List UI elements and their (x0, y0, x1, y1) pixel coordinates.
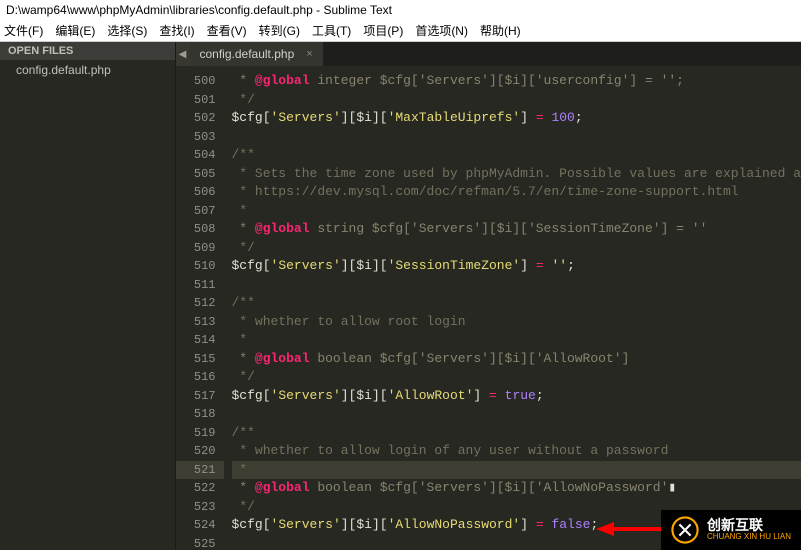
tab-prev-icon[interactable]: ◀ (176, 42, 190, 66)
open-files-list: config.default.php (0, 60, 175, 80)
menu-project[interactable]: 项目(P) (363, 22, 403, 39)
line-gutter: 500 501 502 503 504 505 506 507 508 509 … (176, 66, 224, 550)
sidebar: OPEN FILES config.default.php (0, 42, 176, 550)
logo-text-en: CHUANG XIN HU LIAN (707, 533, 791, 542)
menu-bar: 文件(F) 编辑(E) 选择(S) 查找(I) 查看(V) 转到(G) 工具(T… (0, 20, 801, 42)
title-bar: D:\wamp64\www\phpMyAdmin\libraries\confi… (0, 0, 801, 20)
menu-find[interactable]: 查找(I) (159, 22, 194, 39)
menu-view[interactable]: 查看(V) (207, 22, 247, 39)
tab-config-default[interactable]: config.default.php × (190, 42, 323, 66)
menu-select[interactable]: 选择(S) (107, 22, 147, 39)
main-area: OPEN FILES config.default.php ◀ config.d… (0, 42, 801, 550)
menu-tools[interactable]: 工具(T) (312, 22, 351, 39)
menu-edit[interactable]: 编辑(E) (55, 22, 95, 39)
menu-file[interactable]: 文件(F) (4, 22, 43, 39)
tab-label: config.default.php (200, 47, 295, 61)
open-file-item[interactable]: config.default.php (0, 60, 175, 80)
logo-icon (671, 516, 699, 544)
code-content[interactable]: * @global integer $cfg['Servers'][$i]['u… (224, 66, 801, 550)
close-icon[interactable]: × (306, 48, 312, 60)
code-area[interactable]: 500 501 502 503 504 505 506 507 508 509 … (176, 66, 801, 550)
menu-goto[interactable]: 转到(G) (259, 22, 300, 39)
logo-text: 创新互联 CHUANG XIN HU LIAN (707, 518, 791, 542)
watermark-logo: 创新互联 CHUANG XIN HU LIAN (661, 510, 801, 550)
menu-preferences[interactable]: 首选项(N) (415, 22, 468, 39)
menu-help[interactable]: 帮助(H) (480, 22, 521, 39)
sidebar-header-open-files: OPEN FILES (0, 42, 175, 60)
logo-text-cn: 创新互联 (707, 518, 791, 533)
editor-area: ◀ config.default.php × 500 501 502 503 5… (176, 42, 801, 550)
window-title: D:\wamp64\www\phpMyAdmin\libraries\confi… (6, 3, 392, 17)
tab-bar: ◀ config.default.php × (176, 42, 801, 66)
